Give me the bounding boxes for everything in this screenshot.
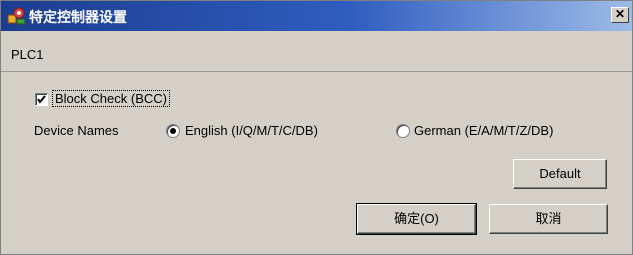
cancel-button[interactable]: 取消: [489, 204, 608, 234]
english-radio-label[interactable]: English (I/Q/M/T/C/DB): [185, 123, 318, 138]
title-bar[interactable]: 特定控制器设置 ✕: [1, 1, 632, 31]
settings-tools-icon: [7, 6, 27, 26]
block-check-label[interactable]: Block Check (BCC): [52, 90, 170, 107]
plc-name-label: PLC1: [11, 47, 44, 62]
checkmark-icon: [37, 95, 46, 104]
specific-controller-settings-dialog: 特定控制器设置 ✕ PLC1 Block Check (BCC) Device …: [0, 0, 633, 255]
default-button[interactable]: Default: [513, 159, 607, 189]
english-radio[interactable]: [166, 124, 180, 138]
plc-header: PLC1: [1, 39, 632, 72]
german-radio[interactable]: [396, 124, 410, 138]
ok-button[interactable]: 确定(O): [356, 203, 477, 235]
german-radio-label[interactable]: German (E/A/M/T/Z/DB): [414, 123, 553, 138]
block-check-checkbox[interactable]: [35, 93, 48, 106]
close-button[interactable]: ✕: [611, 7, 629, 23]
window-title: 特定控制器设置: [29, 10, 127, 26]
device-names-label: Device Names: [34, 123, 119, 138]
radio-selected-dot: [170, 128, 176, 134]
